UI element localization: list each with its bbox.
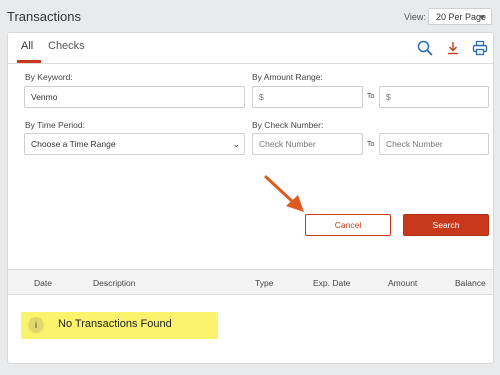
column-balance[interactable]: Balance — [455, 278, 486, 288]
column-type[interactable]: Type — [255, 278, 273, 288]
amount-to-label: To — [367, 93, 375, 100]
column-amount[interactable]: Amount — [388, 278, 417, 288]
cancel-button[interactable]: Cancel — [305, 214, 391, 236]
check-number-to-input[interactable]: Check Number — [379, 133, 489, 155]
print-icon[interactable] — [472, 40, 488, 56]
view-label: View: — [404, 12, 426, 22]
amount-from-input[interactable]: $ — [252, 86, 363, 108]
chevron-down-icon: ▼ — [478, 13, 486, 22]
keyword-label: By Keyword: — [25, 72, 73, 82]
search-button[interactable]: Search — [403, 214, 489, 236]
column-date[interactable]: Date — [34, 278, 52, 288]
info-icon: i — [28, 317, 44, 333]
active-tab-indicator — [17, 60, 41, 63]
empty-state-message: No Transactions Found — [58, 318, 172, 330]
tab-bar: All Checks — [8, 33, 493, 64]
keyword-input[interactable]: Venmo — [24, 86, 245, 108]
time-period-value: Choose a Time Range — [31, 139, 116, 149]
download-icon[interactable] — [445, 40, 461, 56]
check-number-label: By Check Number: — [252, 120, 324, 130]
amount-to-input[interactable]: $ — [379, 86, 489, 108]
column-exp-date[interactable]: Exp. Date — [313, 278, 350, 288]
tab-checks[interactable]: Checks — [48, 40, 85, 52]
transactions-card: All Checks By Keyword: Venmo By Amount R… — [7, 32, 494, 364]
page-title: Transactions — [7, 9, 81, 24]
search-icon[interactable] — [417, 40, 433, 56]
tab-all[interactable]: All — [21, 40, 33, 52]
per-page-select[interactable]: 20 Per Page ▼ — [428, 8, 492, 25]
empty-state-banner: i No Transactions Found — [21, 312, 218, 339]
check-number-from-input[interactable]: Check Number — [252, 133, 363, 155]
transactions-table-header: Date Description Type Exp. Date Amount B… — [8, 269, 493, 295]
amount-range-label: By Amount Range: — [252, 72, 323, 82]
time-period-label: By Time Period: — [25, 120, 85, 130]
column-description[interactable]: Description — [93, 278, 136, 288]
check-number-to-label: To — [367, 141, 375, 148]
time-period-select[interactable]: Choose a Time Range ⌄ — [24, 133, 245, 155]
chevron-down-icon: ⌄ — [232, 139, 240, 149]
annotation-arrow-icon — [264, 175, 304, 212]
